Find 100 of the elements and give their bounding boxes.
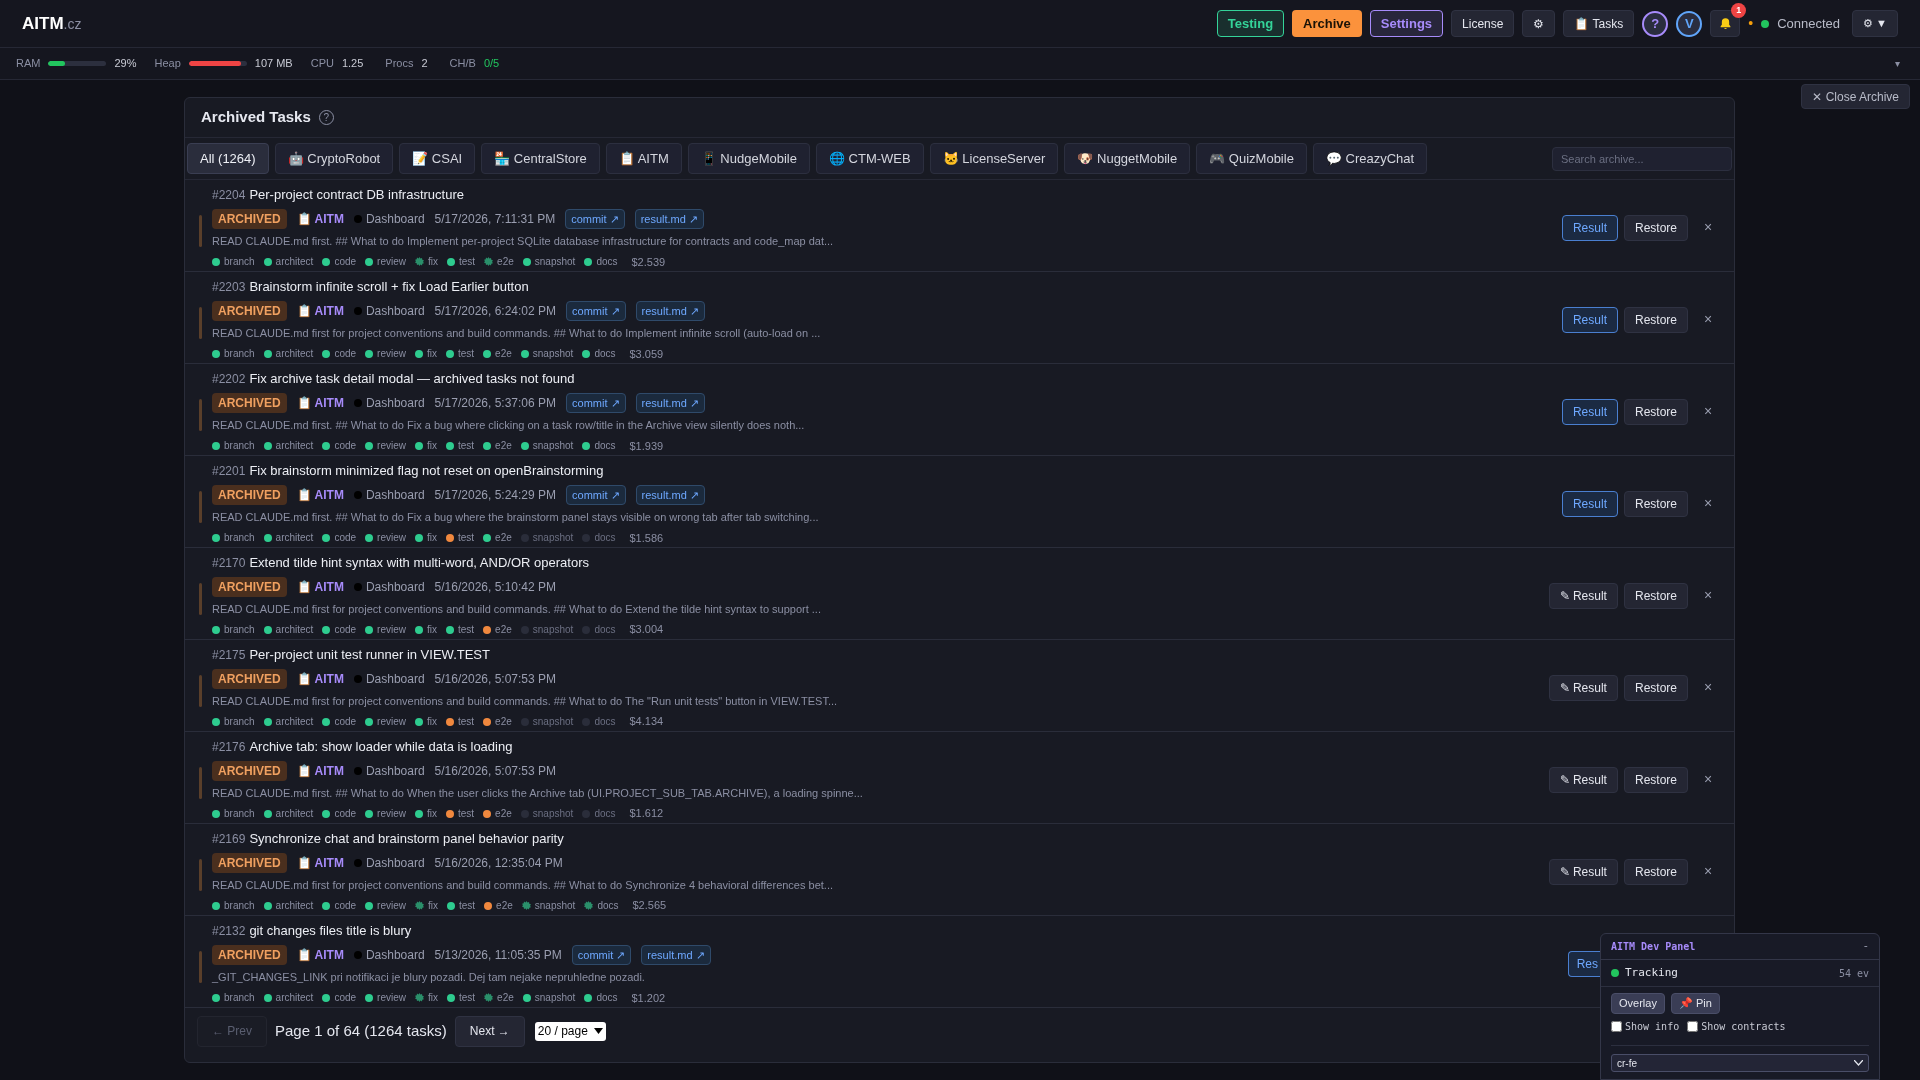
filter-tab[interactable]: 💬 CreazyChat <box>1312 143 1428 174</box>
status-badge: ARCHIVED <box>212 852 287 873</box>
result-button[interactable]: Result <box>1561 214 1618 241</box>
filter-tab[interactable]: 🐱 LicenseServer <box>929 143 1059 174</box>
link-tag[interactable]: commit ↗ <box>566 300 626 321</box>
step-label: code <box>334 715 357 729</box>
close-button[interactable]: × <box>1698 217 1718 238</box>
collapse-toggle[interactable]: ▾ <box>1895 56 1900 71</box>
task-id: #2201 <box>212 463 246 480</box>
restore-button[interactable]: Restore <box>1623 582 1688 609</box>
minimize-button[interactable]: - <box>1862 938 1869 955</box>
next-button[interactable]: Next → <box>454 1015 525 1047</box>
dev-panel-button[interactable]: Overlay <box>1611 993 1665 1014</box>
restore-button[interactable]: Restore <box>1623 306 1688 333</box>
nav-button[interactable]: 📋 Tasks <box>1563 10 1635 37</box>
restore-button[interactable]: Restore <box>1623 214 1688 241</box>
filter-tab[interactable]: 📝 CSAI <box>399 143 476 174</box>
checkbox[interactable] <box>1687 1021 1699 1032</box>
status-badge: ARCHIVED <box>212 300 287 321</box>
step-label: architect <box>275 715 314 729</box>
close-button[interactable]: × <box>1698 401 1718 422</box>
step-label: docs <box>594 439 616 454</box>
close-button[interactable]: × <box>1698 769 1718 790</box>
result-button[interactable]: ✎ Result <box>1548 858 1618 885</box>
nav-button[interactable]: Settings <box>1369 10 1444 37</box>
step-label: snapshot <box>532 715 574 729</box>
restore-button[interactable]: Restore <box>1623 490 1688 517</box>
task-id: #2175 <box>212 647 246 665</box>
task-id: #2202 <box>212 371 246 388</box>
avatar-button[interactable]: V <box>1676 10 1703 37</box>
result-button[interactable]: ✎ Result <box>1548 674 1618 701</box>
restore-button[interactable]: Restore <box>1623 766 1688 793</box>
restore-button[interactable]: Restore <box>1623 398 1688 425</box>
link-tag[interactable]: result.md ↗ <box>641 944 711 965</box>
step-label: docs <box>594 531 616 546</box>
result-button[interactable]: ✎ Result <box>1548 582 1618 609</box>
nav-button[interactable]: Testing <box>1216 10 1285 37</box>
status-accent-bar <box>199 582 202 615</box>
link-tag[interactable]: commit ↗ <box>566 392 626 413</box>
nav-button[interactable]: Archive <box>1292 10 1362 37</box>
task-title[interactable]: Archive tab: show loader while data is loading <box>249 737 513 757</box>
filter-tab[interactable]: All (1264) <box>187 143 269 174</box>
step-label: review <box>377 715 406 729</box>
result-button[interactable]: Result <box>1561 306 1618 333</box>
select-field[interactable]: cr-fe <box>1611 1054 1869 1072</box>
filter-tab[interactable]: 🤖 CryptoRobot <box>274 143 394 174</box>
restore-button[interactable]: Restore <box>1623 674 1688 701</box>
restore-button[interactable]: Restore <box>1623 858 1688 885</box>
stat-label: Heap <box>154 56 181 72</box>
result-button[interactable]: ✎ Result <box>1548 766 1618 793</box>
result-button[interactable]: Res <box>1567 950 1600 977</box>
status-accent-bar <box>199 214 202 247</box>
filter-tab[interactable]: 🎮 QuizMobile <box>1196 143 1307 174</box>
close-button[interactable]: × <box>1698 585 1718 606</box>
result-button[interactable]: Result <box>1561 490 1618 517</box>
event-count: 54 ev <box>1838 966 1869 981</box>
avatar-button[interactable]: ? <box>1642 10 1669 37</box>
close-button[interactable]: × <box>1698 677 1718 698</box>
checkbox[interactable] <box>1611 1021 1622 1032</box>
link-tag[interactable]: result.md ↗ <box>635 300 705 321</box>
task-title[interactable]: git changes files title is blury <box>249 921 412 941</box>
filter-tab[interactable]: 📋 AITM <box>605 143 682 174</box>
task-id: #2176 <box>212 739 246 757</box>
project-label: 📋 AITM <box>296 670 344 688</box>
close-button[interactable]: × <box>1698 309 1718 330</box>
nav-button[interactable]: License <box>1451 10 1515 37</box>
link-tag[interactable]: commit ↗ <box>565 208 625 229</box>
task-title[interactable]: Brainstorm infinite scroll + fix Load Earlier button <box>249 277 529 297</box>
task-title[interactable]: Fix brainstorm minimized flag not reset on openBrainstorming <box>249 461 604 481</box>
result-button[interactable]: Result <box>1561 398 1618 425</box>
close-archive-button[interactable]: ✕ Close Archive <box>1801 84 1910 109</box>
page-label: Dashboard <box>365 946 425 964</box>
step-label: review <box>377 439 406 454</box>
task-title[interactable]: Per-project contract DB infrastructure <box>249 185 464 205</box>
step-label: fix <box>426 623 437 637</box>
link-tag[interactable]: result.md ↗ <box>634 208 704 229</box>
link-tag[interactable]: commit ↗ <box>571 944 632 965</box>
search-field[interactable]: Search archive... <box>1552 146 1732 171</box>
settings-menu-button[interactable]: ⚙ ▼ <box>1852 10 1898 37</box>
link-tag[interactable]: result.md ↗ <box>635 392 705 413</box>
checkbox-label: Show contracts <box>1701 1020 1786 1034</box>
close-button[interactable]: × <box>1698 861 1718 882</box>
filter-tab[interactable]: 📱 NudgeMobile <box>687 143 810 174</box>
dev-panel-button[interactable]: 📌 Pin <box>1670 993 1720 1014</box>
close-button[interactable]: × <box>1698 493 1718 514</box>
task-title[interactable]: Per-project unit test runner in VIEW.TEST <box>249 645 490 665</box>
link-tag[interactable]: commit ↗ <box>566 484 626 505</box>
task-title[interactable]: Synchronize chat and brainstorm panel behavior parity <box>249 829 564 849</box>
step-label: review <box>377 991 406 1006</box>
status-badge: ARCHIVED <box>212 668 287 689</box>
filter-tab[interactable]: 🏪 CentralStore <box>481 143 600 174</box>
filter-tab[interactable]: 🌐 CTM-WEB <box>815 143 924 174</box>
link-tag[interactable]: result.md ↗ <box>635 484 705 505</box>
task-title[interactable]: Fix archive task detail modal — archived tasks not found <box>249 369 575 389</box>
step-label: e2e <box>495 531 512 546</box>
task-date: 5/16/2026, 5:07:53 PM <box>434 762 557 780</box>
page-size-select[interactable]: 20 / page <box>534 1021 606 1041</box>
filter-tab[interactable]: 🐶 NuggetMobile <box>1064 143 1191 174</box>
nav-button[interactable]: ⚙ <box>1522 10 1556 37</box>
task-title[interactable]: Extend tilde hint syntax with multi-word, AND/OR operators <box>249 553 589 573</box>
